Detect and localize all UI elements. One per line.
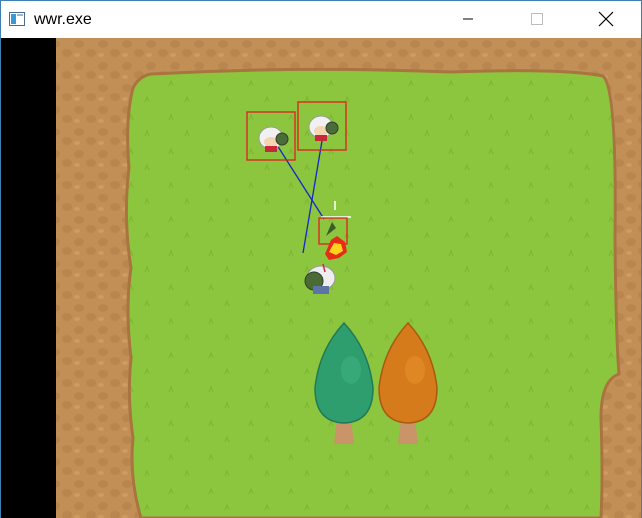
game-scene: [56, 38, 641, 518]
minimize-button[interactable]: [445, 1, 491, 37]
app-window: wwr.exe: [0, 0, 642, 518]
maximize-button[interactable]: [514, 1, 560, 37]
maximize-icon: [531, 13, 543, 25]
app-icon: [9, 12, 25, 26]
minimize-icon: [463, 18, 473, 20]
window-title: wwr.exe: [34, 11, 92, 28]
title-bar[interactable]: wwr.exe: [1, 1, 641, 38]
close-icon: [598, 11, 614, 27]
game-viewport[interactable]: [1, 38, 641, 518]
close-button[interactable]: [583, 1, 629, 37]
grass-field: [124, 67, 621, 518]
